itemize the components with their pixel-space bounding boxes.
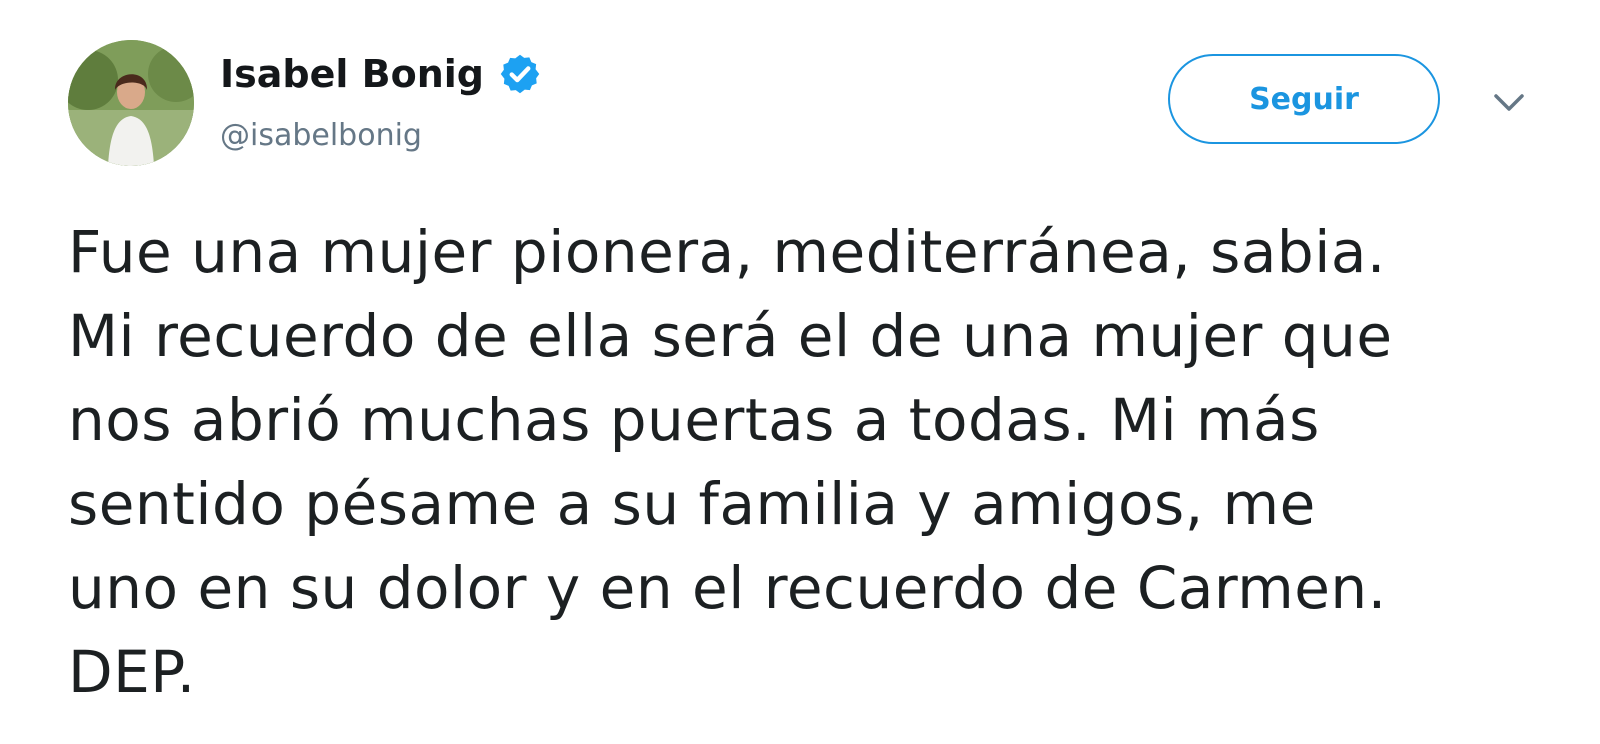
tweet-text-line: Fue una mujer pionera, mediterránea, sab… <box>68 218 1386 286</box>
tweet-text-line: Mi recuerdo de ella será el de una mujer… <box>68 302 1393 370</box>
verified-badge-icon <box>500 54 540 94</box>
tweet-text-line: DEP. <box>68 638 196 706</box>
tweet-text-line: uno en su dolor y en el recuerdo de Carm… <box>68 554 1387 622</box>
follow-button[interactable]: Seguir <box>1168 54 1440 144</box>
user-handle[interactable]: @isabelbonig <box>220 116 422 156</box>
tweet-text-line: sentido pésame a su familia y amigos, me <box>68 470 1316 538</box>
profile-photo-icon <box>68 40 194 166</box>
display-name-text[interactable]: Isabel Bonig <box>220 50 484 98</box>
tweet-text-line: nos abrió muchas puertas a todas. Mi más <box>68 386 1320 454</box>
avatar[interactable] <box>68 40 194 166</box>
chevron-down-icon[interactable] <box>1486 82 1532 122</box>
display-name[interactable]: Isabel Bonig <box>220 50 542 98</box>
tweet-text: Fue una mujer pionera, mediterránea, sab… <box>68 210 1578 714</box>
